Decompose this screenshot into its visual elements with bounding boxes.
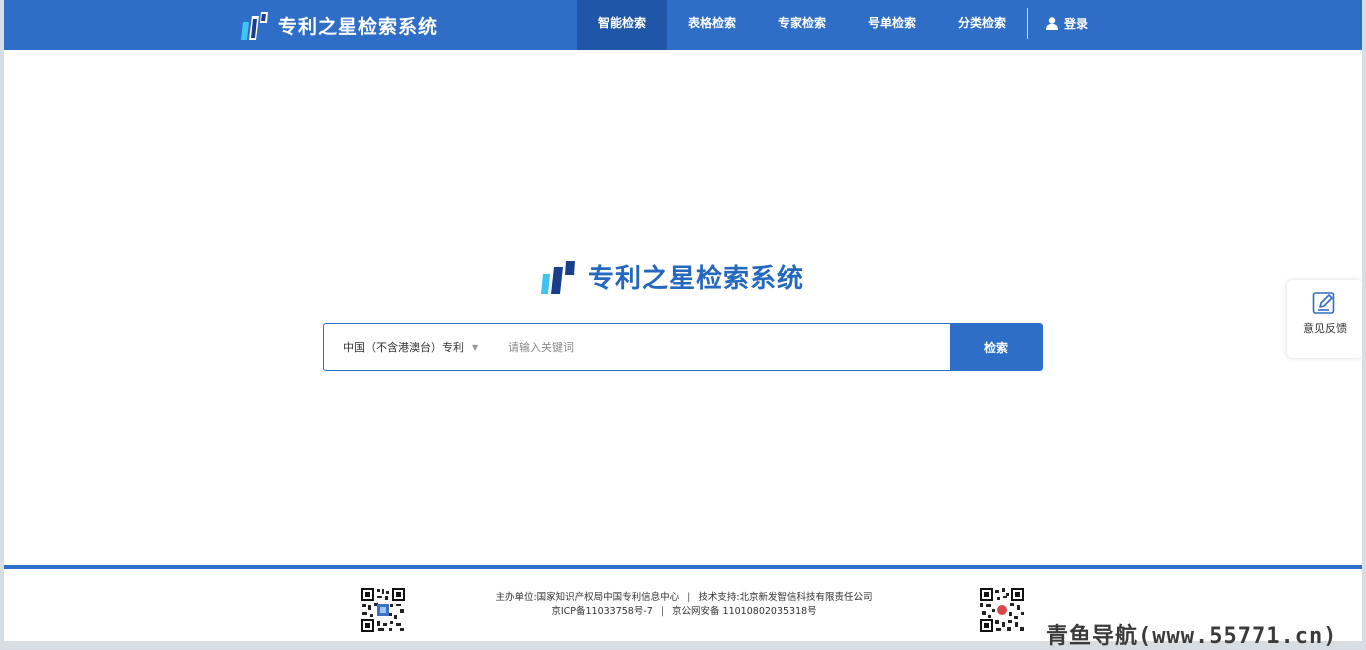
main-nav: 智能检索 表格检索 专家检索 号单检索 分类检索	[577, 0, 1027, 50]
user-icon	[1046, 16, 1058, 30]
main-brand-title: 专利之星检索系统	[588, 264, 805, 294]
feedback-button[interactable]: 意见反馈	[1287, 280, 1362, 358]
search-input[interactable]	[500, 324, 962, 370]
footer-police[interactable]: 京公网安备 11010802035318号	[672, 606, 817, 617]
nav-divider	[1027, 8, 1028, 39]
search-bar: 中国（不含港澳台）专利 ▼ 检索	[323, 323, 1043, 371]
nav-smart-search[interactable]: 智能检索	[577, 0, 667, 50]
top-header: 专利之星检索系统 智能检索 表格检索 专家检索 号单检索 分类检索 登录	[4, 0, 1362, 50]
footer-sponsor: 主办单位:国家知识产权局中国专利信息中心	[495, 592, 680, 603]
feedback-label: 意见反馈	[1303, 322, 1347, 335]
nav-number-search[interactable]: 号单检索	[847, 0, 937, 50]
nav-expert-search[interactable]: 专家检索	[757, 0, 847, 50]
edit-icon	[1312, 292, 1335, 314]
search-scope-label: 中国（不含港澳台）专利	[343, 341, 464, 354]
dropdown-arrow-icon: ▼	[472, 342, 479, 352]
footer-divider	[4, 565, 1362, 569]
footer-icp[interactable]: 京ICP备11033758号-7	[551, 606, 653, 617]
header-brand[interactable]: 专利之星检索系统	[240, 8, 438, 42]
footer-separator: |	[687, 592, 691, 603]
nav-classification-search[interactable]: 分类检索	[937, 0, 1027, 50]
logo-icon	[541, 260, 575, 294]
header-brand-title: 专利之星检索系统	[278, 15, 439, 38]
main-brand: 专利之星检索系统	[540, 258, 804, 295]
login-label: 登录	[1064, 16, 1089, 31]
footer-support: 技术支持:北京新发智信科技有限责任公司	[698, 592, 873, 603]
search-scope-select[interactable]: 中国（不含港澳台）专利 ▼	[324, 324, 492, 370]
footer-separator: |	[660, 606, 665, 617]
login-button[interactable]: 登录	[1046, 0, 1088, 46]
qr-code-right	[979, 587, 1025, 633]
footer-info: 主办单位:国家知识产权局中国专利信息中心 | 技术支持:北京新发智信科技有限责任公司…	[384, 591, 984, 619]
nav-table-search[interactable]: 表格检索	[667, 0, 757, 50]
search-button[interactable]: 检索	[950, 324, 1042, 370]
watermark-text: 青鱼导航(www.55771.cn)	[1046, 624, 1338, 649]
logo-icon	[241, 12, 268, 40]
footer-line-2: 京ICP备11033758号-7 | 京公网安备 11010802035318号	[384, 605, 984, 619]
app-frame: 专利之星检索系统 智能检索 表格检索 专家检索 号单检索 分类检索 登录 专利之…	[4, 0, 1362, 641]
footer-line-1: 主办单位:国家知识产权局中国专利信息中心 | 技术支持:北京新发智信科技有限责任公司	[384, 591, 984, 605]
